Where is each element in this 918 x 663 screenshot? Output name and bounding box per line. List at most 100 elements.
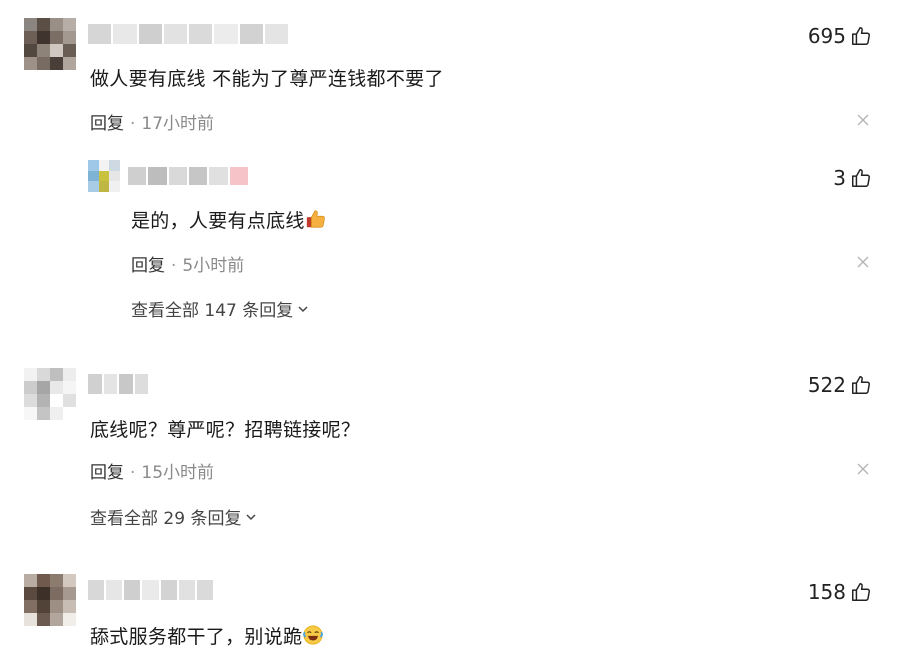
avatar[interactable]	[24, 574, 76, 626]
view-all-replies-link[interactable]: 查看全部 29 条回复	[90, 504, 257, 529]
avatar-pixel	[24, 31, 37, 44]
reply-avatar[interactable]	[88, 160, 120, 192]
comment-text: 做人要有底线 不能为了尊严连钱都不要了	[90, 68, 444, 90]
avatar-pixel	[63, 600, 76, 613]
avatar[interactable]	[24, 18, 76, 70]
username-blurred[interactable]	[88, 374, 148, 394]
avatar-pixel	[50, 613, 63, 626]
avatar-pixel	[63, 407, 76, 420]
name-blur-block	[124, 580, 141, 600]
name-blur-block	[196, 580, 213, 600]
avatar-pixel	[50, 368, 63, 381]
separator-dot: ·	[171, 256, 177, 276]
name-blur-block	[106, 580, 123, 600]
comment-text: 底线呢？尊严呢？招聘链接呢？	[90, 419, 361, 441]
avatar-pixel	[50, 381, 63, 394]
avatar-pixel	[37, 574, 50, 587]
avatar-pixel	[50, 44, 63, 57]
avatar-pixel	[50, 600, 63, 613]
avatar-pixel	[63, 381, 76, 394]
reply-button[interactable]: 回复	[90, 114, 124, 134]
chevron-down-icon	[246, 513, 256, 520]
avatar-pixel	[88, 181, 99, 192]
name-blur-block	[88, 24, 112, 44]
username-blurred[interactable]	[88, 24, 288, 44]
avatar-pixel	[37, 587, 50, 600]
avatar-pixel	[50, 31, 63, 44]
avatar-pixel	[24, 44, 37, 57]
thumbs-up-icon	[852, 169, 870, 187]
avatar-pixel	[24, 600, 37, 613]
avatar-pixel	[88, 160, 99, 171]
name-blur-block	[128, 167, 147, 185]
reply-meta: 回复 · 5小时前	[131, 251, 244, 276]
avatar-pixel	[24, 57, 37, 70]
reply-like-button[interactable]: 3	[833, 166, 872, 190]
name-blur-block	[119, 374, 133, 394]
name-blur-block	[188, 167, 208, 185]
like-count: 522	[807, 373, 846, 397]
thumbs-up-emoji	[306, 210, 325, 228]
username-blurred[interactable]	[88, 580, 213, 600]
avatar-pixel	[37, 44, 50, 57]
like-count: 158	[807, 580, 846, 604]
comment-meta: 回复 · 17小时前	[90, 109, 214, 134]
avatar-pixel	[37, 31, 50, 44]
avatar-pixel	[63, 368, 76, 381]
name-blur-block	[103, 374, 117, 394]
close-icon[interactable]	[856, 113, 870, 127]
reply-button[interactable]: 回复	[131, 256, 165, 276]
name-blur-block	[209, 167, 228, 185]
separator-dot: ·	[130, 114, 136, 134]
avatar-pixel	[37, 368, 50, 381]
avatar-pixel	[50, 574, 63, 587]
thumbs-up-icon	[852, 583, 870, 601]
thumbs-up-icon	[852, 376, 870, 394]
name-blur-block	[264, 24, 288, 44]
avatar-pixel	[24, 18, 37, 31]
avatar[interactable]	[24, 368, 76, 420]
name-blur-block	[214, 24, 238, 44]
avatar-pixel	[109, 170, 120, 182]
like-button[interactable]: 522	[808, 373, 872, 397]
avatar-pixel	[37, 613, 50, 626]
name-blur-block	[229, 167, 248, 185]
avatar-pixel	[98, 170, 110, 182]
timestamp: 5小时前	[182, 256, 245, 276]
name-blur-block	[88, 374, 102, 394]
avatar-pixel	[37, 600, 50, 613]
avatar-pixel	[50, 587, 63, 600]
avatar-pixel	[37, 407, 50, 420]
close-icon[interactable]	[856, 255, 870, 269]
avatar-pixel	[37, 381, 50, 394]
name-blur-block	[168, 167, 187, 185]
close-icon[interactable]	[856, 462, 870, 476]
like-button[interactable]: 695	[808, 24, 872, 48]
avatar-pixel	[50, 407, 63, 420]
avatar-pixel	[98, 181, 110, 192]
reply-username-blurred[interactable]	[128, 167, 248, 185]
reply-button[interactable]: 回复	[90, 463, 124, 483]
timestamp: 17小时前	[141, 114, 215, 134]
avatar-pixel	[98, 160, 110, 171]
avatar-pixel	[37, 394, 50, 407]
name-blur-block	[178, 580, 195, 600]
avatar-pixel	[109, 160, 120, 171]
view-all-replies-link[interactable]: 查看全部 147 条回复	[131, 296, 309, 321]
avatar-pixel	[24, 368, 37, 381]
avatar-pixel	[24, 587, 37, 600]
name-blur-block	[88, 580, 105, 600]
avatar-pixel	[24, 574, 37, 587]
name-blur-block	[138, 24, 162, 44]
avatar-pixel	[63, 574, 76, 587]
reply-text: 是的，人要有点底线	[131, 206, 327, 233]
avatar-pixel	[50, 394, 63, 407]
avatar-pixel	[63, 31, 76, 44]
avatar-pixel	[37, 57, 50, 70]
avatar-pixel	[50, 18, 63, 31]
separator-dot: ·	[130, 463, 136, 483]
name-blur-block	[163, 24, 187, 44]
like-button[interactable]: 158	[808, 580, 872, 604]
name-blur-block	[134, 374, 148, 394]
comment-meta: 回复 · 15小时前	[90, 458, 214, 483]
